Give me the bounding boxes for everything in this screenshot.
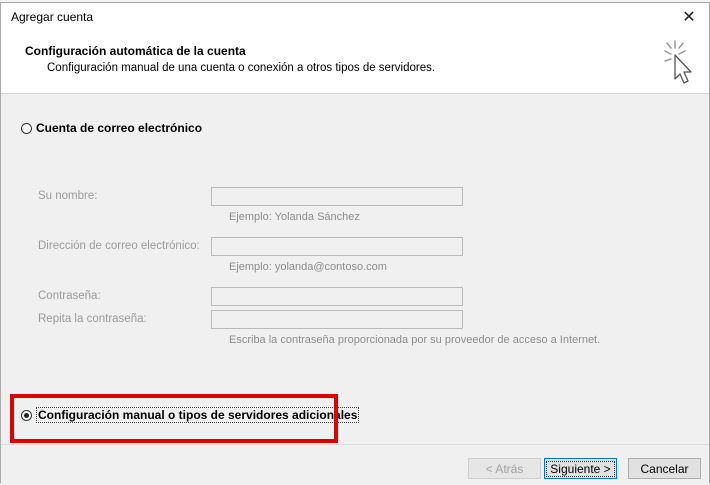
cancel-button-label: Cancelar: [640, 461, 689, 476]
repeat-password-field: [211, 310, 463, 329]
email-hint: Ejemplo: yolanda@contoso.com: [229, 261, 387, 273]
email-label: Dirección de correo electrónico:: [38, 240, 200, 252]
name-hint: Ejemplo: Yolanda Sánchez: [229, 211, 360, 223]
back-button[interactable]: < Atrás: [468, 458, 541, 479]
close-button[interactable]: ✕: [669, 3, 709, 31]
header-subtitle: Configuración manual de una cuenta o con…: [47, 62, 436, 74]
name-field: [211, 187, 463, 206]
title-bar: Agregar cuenta ✕: [1, 3, 709, 31]
password-label: Contraseña:: [38, 290, 101, 302]
wizard-footer: < Atrás Siguiente > Cancelar: [1, 444, 709, 485]
dialog-title: Agregar cuenta: [11, 10, 94, 24]
name-label: Su nombre:: [38, 190, 98, 202]
next-button-label: Siguiente >: [546, 460, 615, 477]
email-account-option[interactable]: Cuenta de correo electrónico: [21, 121, 202, 135]
email-field: [211, 237, 463, 256]
next-button[interactable]: Siguiente >: [544, 458, 617, 479]
email-account-radio[interactable]: [21, 122, 32, 134]
close-icon: ✕: [682, 9, 696, 26]
wizard-body: Cuenta de correo electrónico Su nombre: …: [1, 94, 709, 444]
wizard-cursor-icon: [664, 40, 692, 84]
password-hint: Escriba la contraseña proporcionada por …: [229, 334, 601, 346]
password-field: [211, 287, 463, 306]
wizard-header: Configuración automática de la cuenta Co…: [1, 31, 709, 94]
header-title: Configuración automática de la cuenta: [25, 44, 246, 58]
back-button-label: < Atrás: [485, 461, 524, 476]
red-highlight-box: [10, 394, 338, 443]
cancel-button[interactable]: Cancelar: [628, 458, 701, 479]
add-account-dialog: Agregar cuenta ✕ Configuración automátic…: [0, 2, 710, 485]
repeat-password-label: Repita la contraseña:: [38, 313, 147, 325]
email-account-label: Cuenta de correo electrónico: [36, 121, 203, 135]
